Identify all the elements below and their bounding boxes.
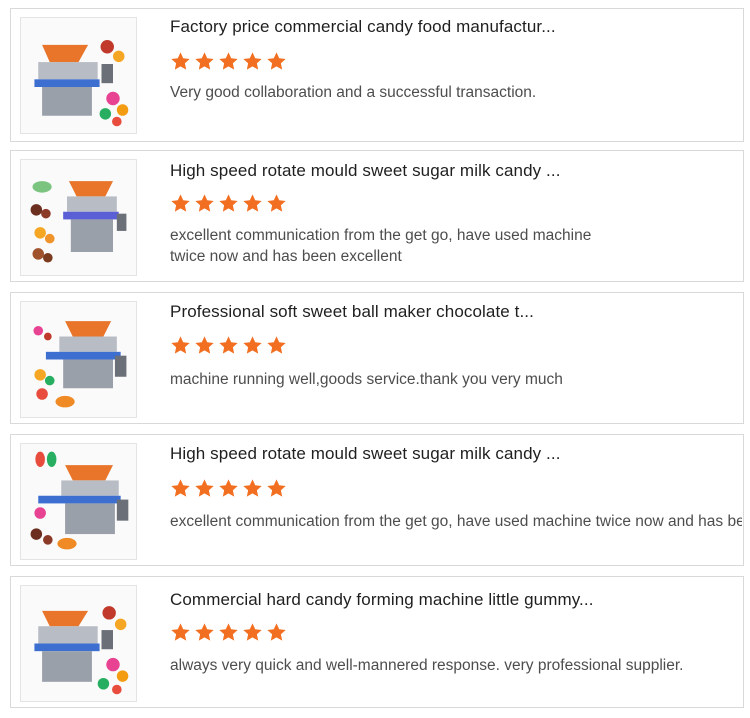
review-text: machine running well,goods service.thank… [170,371,563,388]
star-icon [267,623,286,641]
star-rating [170,622,287,644]
star-icon [171,52,190,70]
star-icon [171,194,190,212]
review-card[interactable]: High speed rotate mould sweet sugar milk… [10,434,744,566]
review-text: always very quick and well-mannered resp… [170,657,684,674]
star-rating [170,335,287,357]
product-title[interactable]: Factory price commercial candy food manu… [170,17,556,37]
review-card[interactable]: High speed rotate mould sweet sugar milk… [10,150,744,282]
star-icon [267,336,286,354]
star-icon [171,479,190,497]
review-text: Very good collaboration and a successful… [170,84,537,101]
star-icon [195,336,214,354]
star-icon [219,479,238,497]
product-title[interactable]: High speed rotate mould sweet sugar milk… [170,161,561,181]
star-icon [219,52,238,70]
star-icon [171,336,190,354]
review-card[interactable]: Factory price commercial candy food manu… [10,8,744,142]
candy-machine-image[interactable] [20,443,137,560]
star-icon [243,194,262,212]
product-title[interactable]: Commercial hard candy forming machine li… [170,590,594,610]
star-icon [219,623,238,641]
review-card[interactable]: Commercial hard candy forming machine li… [10,576,744,708]
product-title[interactable]: Professional soft sweet ball maker choco… [170,302,534,322]
star-icon [195,623,214,641]
star-icon [219,336,238,354]
star-icon [267,194,286,212]
star-icon [243,623,262,641]
star-rating [170,193,287,215]
star-icon [195,52,214,70]
star-icon [267,52,286,70]
star-icon [243,52,262,70]
candy-machine-image[interactable] [20,17,137,134]
star-icon [243,336,262,354]
candy-machine-image[interactable] [20,159,137,276]
star-icon [267,479,286,497]
star-icon [219,194,238,212]
star-icon [171,623,190,641]
star-icon [243,479,262,497]
product-title[interactable]: High speed rotate mould sweet sugar milk… [170,444,561,464]
candy-machine-image[interactable] [20,585,137,702]
candy-machine-image[interactable] [20,301,137,418]
star-rating [170,478,287,500]
review-card[interactable]: Professional soft sweet ball maker choco… [10,292,744,424]
star-icon [195,194,214,212]
review-text: excellent communication from the get go,… [170,227,592,265]
review-text: excellent communication from the get go,… [170,513,742,530]
star-rating [170,51,287,73]
star-icon [195,479,214,497]
